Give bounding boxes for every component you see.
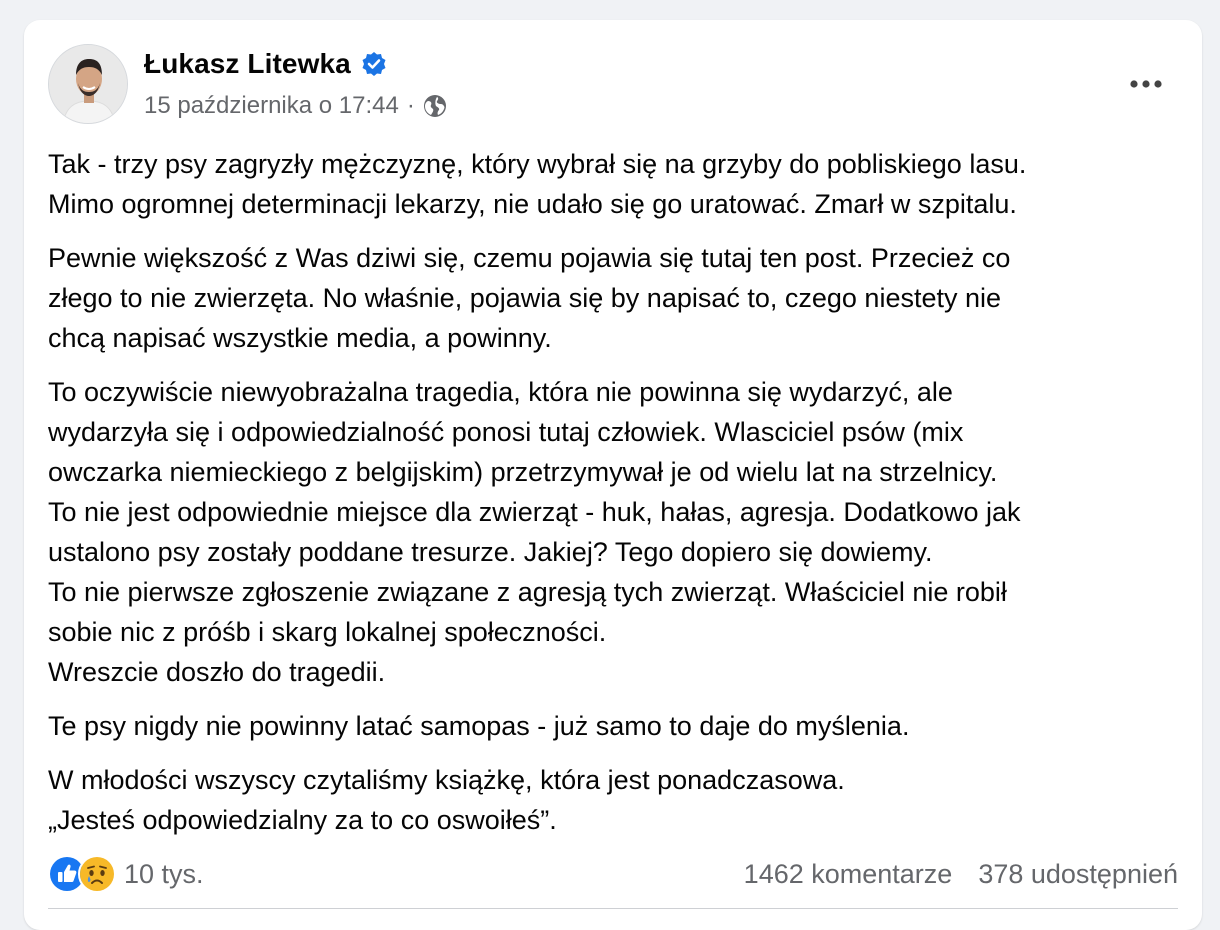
more-options-button[interactable] [1122,66,1170,102]
post-paragraph: Pewnie większość z Was dziwi się, czemu … [48,243,1011,353]
avatar-photo-icon [49,45,127,123]
sad-icon [78,855,116,893]
post-paragraph: To oczywiście niewyobrażalna tragedia, k… [48,377,1021,687]
post-paragraph: Te psy nigdy nie powinny latać samopas -… [48,711,910,741]
engagement-stats: 1462 komentarze 378 udostępnień [744,859,1178,890]
shares-count-link[interactable]: 378 udostępnień [978,859,1178,890]
meta-separator: · [406,92,415,119]
post-header: Łukasz Litewka 15 października o 17:44 · [48,44,1178,124]
more-options-icon [1130,80,1162,88]
footer-divider [48,908,1178,909]
post-timestamp[interactable]: 15 października o 17:44 [144,92,399,120]
author-avatar[interactable] [48,44,128,124]
post-body: Tak - trzy psy zagryzły mężczyznę, który… [48,144,1188,854]
reactions-summary[interactable]: 10 tys. [48,855,204,893]
author-line: Łukasz Litewka [144,48,387,80]
verified-badge-icon [361,51,387,77]
author-name[interactable]: Łukasz Litewka [144,48,351,80]
post-paragraph: Tak - trzy psy zagryzły mężczyznę, który… [48,149,1027,219]
comments-count-link[interactable]: 1462 komentarze [744,859,953,890]
post-footer: 10 tys. 1462 komentarze 378 udostępnień [48,852,1178,896]
reaction-icons [48,855,116,893]
globe-icon[interactable] [423,94,447,118]
post-meta: 15 października o 17:44 · [144,92,447,120]
post-card: Łukasz Litewka 15 października o 17:44 · [24,20,1202,930]
reaction-count: 10 tys. [124,858,204,889]
post-paragraph: W młodości wszyscy czytaliśmy książkę, k… [48,765,845,835]
